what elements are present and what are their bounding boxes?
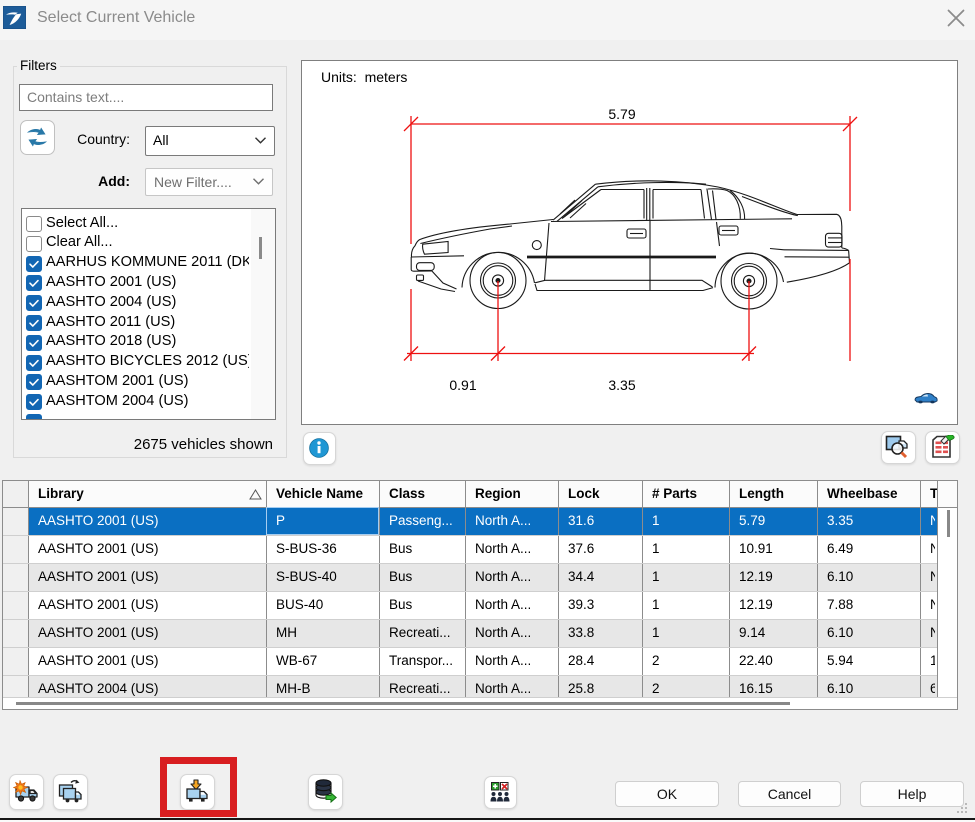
svg-text:3.35: 3.35 — [608, 377, 635, 393]
svg-text:0.91: 0.91 — [449, 377, 476, 393]
svg-text:5.79: 5.79 — [608, 106, 635, 122]
